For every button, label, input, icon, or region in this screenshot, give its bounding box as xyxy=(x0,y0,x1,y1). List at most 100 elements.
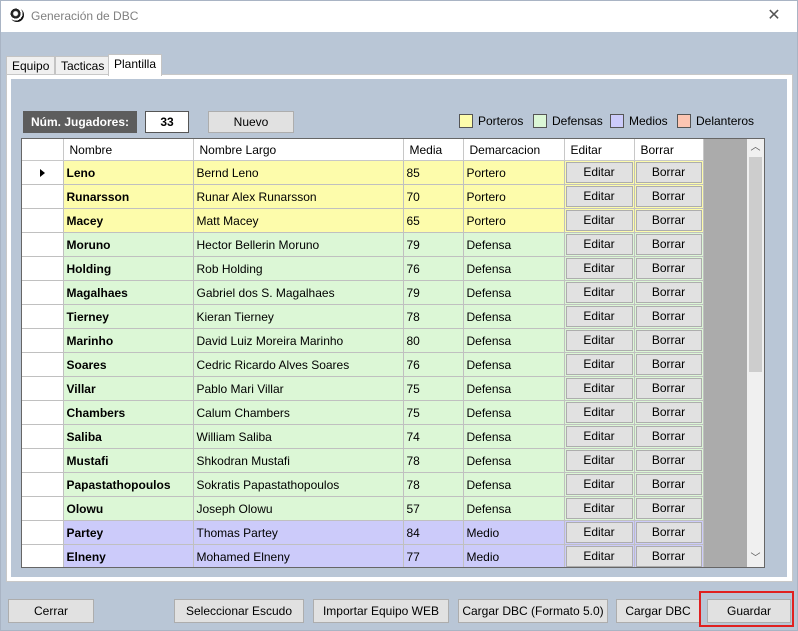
cell-demarcacion[interactable]: Defensa xyxy=(463,496,565,521)
cell-demarcacion[interactable]: Defensa xyxy=(463,328,565,353)
cell-nombre-largo[interactable]: Pablo Mari Villar xyxy=(193,376,404,401)
edit-row-button[interactable]: Editar xyxy=(565,306,633,327)
row-selector[interactable] xyxy=(22,256,64,281)
edit-row-button[interactable]: Editar xyxy=(565,282,633,303)
edit-row-button[interactable]: Editar xyxy=(565,210,633,231)
cell-demarcacion[interactable]: Portero xyxy=(463,184,565,209)
cell-nombre[interactable]: Saliba xyxy=(63,424,194,449)
cell-demarcacion[interactable]: Defensa xyxy=(463,352,565,377)
table-row[interactable]: Soares Cedric Ricardo Alves Soares 76 Defen… xyxy=(22,352,704,377)
cell-demarcacion[interactable]: Defensa xyxy=(463,472,565,497)
delete-row-button[interactable]: Borrar xyxy=(635,402,702,423)
cell-nombre-largo[interactable]: William Saliba xyxy=(193,424,404,449)
cell-nombre-largo[interactable]: Bernd Leno xyxy=(193,160,404,185)
column-header-borrar[interactable]: Borrar xyxy=(634,139,704,161)
cell-nombre-largo[interactable]: Calum Chambers xyxy=(193,400,404,425)
cell-nombre[interactable]: Mustafi xyxy=(63,448,194,473)
cell-media[interactable]: 77 xyxy=(403,544,464,567)
table-row[interactable]: Runarsson Runar Alex Runarsson 70 Portero Ed… xyxy=(22,184,704,209)
edit-row-button[interactable]: Editar xyxy=(565,402,633,423)
cell-nombre[interactable]: Holding xyxy=(63,256,194,281)
delete-row-button[interactable]: Borrar xyxy=(635,210,702,231)
cell-nombre[interactable]: Olowu xyxy=(63,496,194,521)
cell-media[interactable]: 78 xyxy=(403,448,464,473)
cell-nombre-largo[interactable]: Shkodran Mustafi xyxy=(193,448,404,473)
table-row[interactable]: Mustafi Shkodran Mustafi 78 Defensa Editar Bo… xyxy=(22,448,704,473)
row-selector[interactable] xyxy=(22,544,64,567)
table-row[interactable]: Magalhaes Gabriel dos S. Magalhaes 79 Defen… xyxy=(22,280,704,305)
cell-demarcacion[interactable]: Portero xyxy=(463,208,565,233)
delete-row-button[interactable]: Borrar xyxy=(635,378,702,399)
table-row[interactable]: Tierney Kieran Tierney 78 Defensa Editar Borr… xyxy=(22,304,704,329)
cell-media[interactable]: 57 xyxy=(403,496,464,521)
cell-nombre-largo[interactable]: Hector Bellerin Moruno xyxy=(193,232,404,257)
scroll-up-arrow-icon[interactable]: ︿ xyxy=(747,139,764,156)
delete-row-button[interactable]: Borrar xyxy=(635,234,702,255)
delete-row-button[interactable]: Borrar xyxy=(635,282,702,303)
cell-nombre-largo[interactable]: Runar Alex Runarsson xyxy=(193,184,404,209)
delete-row-button[interactable]: Borrar xyxy=(635,354,702,375)
row-selector[interactable] xyxy=(22,352,64,377)
cell-nombre-largo[interactable]: Joseph Olowu xyxy=(193,496,404,521)
cell-media[interactable]: 80 xyxy=(403,328,464,353)
cell-media[interactable]: 85 xyxy=(403,160,464,185)
delete-row-button[interactable]: Borrar xyxy=(635,522,702,543)
row-selector[interactable] xyxy=(22,184,64,209)
delete-row-button[interactable]: Borrar xyxy=(635,450,702,471)
edit-row-button[interactable]: Editar xyxy=(565,162,633,183)
delete-row-button[interactable]: Borrar xyxy=(635,162,702,183)
cell-nombre-largo[interactable]: Thomas Partey xyxy=(193,520,404,545)
cell-media[interactable]: 70 xyxy=(403,184,464,209)
row-selector[interactable] xyxy=(22,376,64,401)
cell-demarcacion[interactable]: Defensa xyxy=(463,448,565,473)
cell-nombre-largo[interactable]: Kieran Tierney xyxy=(193,304,404,329)
cell-nombre[interactable]: Moruno xyxy=(63,232,194,257)
row-selector[interactable] xyxy=(22,496,64,521)
cell-demarcacion[interactable]: Defensa xyxy=(463,256,565,281)
cell-media[interactable]: 75 xyxy=(403,376,464,401)
edit-row-button[interactable]: Editar xyxy=(565,354,633,375)
cell-media[interactable]: 84 xyxy=(403,520,464,545)
edit-row-button[interactable]: Editar xyxy=(565,234,633,255)
column-header-demarcacion[interactable]: Demarcacion xyxy=(463,139,565,161)
edit-row-button[interactable]: Editar xyxy=(565,378,633,399)
delete-row-button[interactable]: Borrar xyxy=(635,306,702,327)
cell-demarcacion[interactable]: Defensa xyxy=(463,376,565,401)
tab-plantilla[interactable]: Plantilla xyxy=(108,54,163,76)
row-selector[interactable] xyxy=(22,520,64,545)
table-row[interactable]: Moruno Hector Bellerin Moruno 79 Defensa Edi… xyxy=(22,232,704,257)
table-row[interactable]: Marinho David Luiz Moreira Marinho 80 Defen… xyxy=(22,328,704,353)
row-selector[interactable] xyxy=(22,208,64,233)
cell-media[interactable]: 76 xyxy=(403,352,464,377)
cell-nombre[interactable]: Leno xyxy=(63,160,194,185)
edit-row-button[interactable]: Editar xyxy=(565,546,633,567)
table-row[interactable]: Partey Thomas Partey 84 Medio Editar Borrar xyxy=(22,520,704,545)
cargar-dbc-button[interactable]: Cargar DBC xyxy=(616,599,700,623)
table-row[interactable]: Leno Bernd Leno 85 Portero Editar Borrar xyxy=(22,160,704,185)
cell-demarcacion[interactable]: Defensa xyxy=(463,400,565,425)
edit-row-button[interactable]: Editar xyxy=(565,258,633,279)
cell-nombre-largo[interactable]: David Luiz Moreira Marinho xyxy=(193,328,404,353)
row-selector[interactable] xyxy=(22,280,64,305)
cell-nombre[interactable]: Papastathopoulos xyxy=(63,472,194,497)
new-player-button[interactable]: Nuevo xyxy=(208,111,294,133)
table-row[interactable]: Papastathopoulos Sokratis Papastathopoulo… xyxy=(22,472,704,497)
cell-nombre-largo[interactable]: Matt Macey xyxy=(193,208,404,233)
cell-media[interactable]: 75 xyxy=(403,400,464,425)
cell-media[interactable]: 78 xyxy=(403,304,464,329)
row-selector[interactable] xyxy=(22,472,64,497)
cell-demarcacion[interactable]: Medio xyxy=(463,520,565,545)
table-row[interactable]: Saliba William Saliba 74 Defensa Editar Borra… xyxy=(22,424,704,449)
edit-row-button[interactable]: Editar xyxy=(565,426,633,447)
vertical-scrollbar[interactable]: ︿ ﹀ xyxy=(747,139,764,567)
table-row[interactable]: Macey Matt Macey 65 Portero Editar Borrar xyxy=(22,208,704,233)
cargar-dbc-formato5-button[interactable]: Cargar DBC (Formato 5.0) xyxy=(458,599,608,623)
table-row[interactable]: Villar Pablo Mari Villar 75 Defensa Editar Bo… xyxy=(22,376,704,401)
edit-row-button[interactable]: Editar xyxy=(565,474,633,495)
cell-nombre-largo[interactable]: Gabriel dos S. Magalhaes xyxy=(193,280,404,305)
cell-media[interactable]: 65 xyxy=(403,208,464,233)
cell-media[interactable]: 79 xyxy=(403,280,464,305)
close-button[interactable]: ✕ xyxy=(751,1,797,32)
column-header-editar[interactable]: Editar xyxy=(564,139,635,161)
column-header-nombre[interactable]: Nombre xyxy=(63,139,194,161)
